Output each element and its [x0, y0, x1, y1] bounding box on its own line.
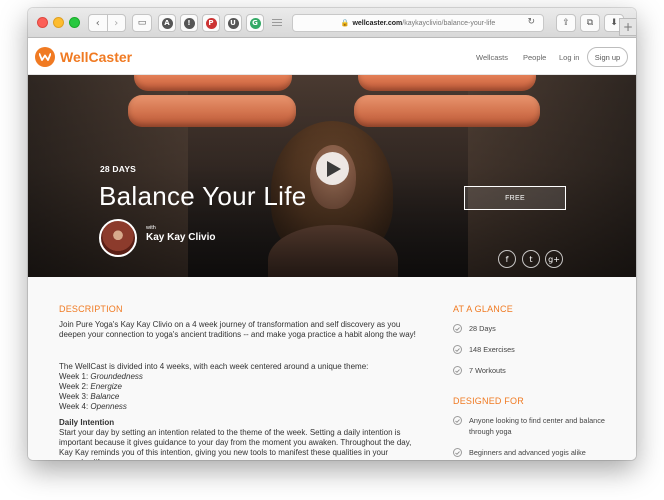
glance-item: 28 Days: [453, 323, 613, 334]
minimize-window-button[interactable]: [53, 17, 64, 28]
share-button[interactable]: ⇪: [556, 14, 576, 32]
glance-item: 7 Workouts: [453, 365, 613, 376]
download-icon: ⬇: [610, 18, 618, 28]
play-icon: [327, 160, 341, 177]
extension-button-5[interactable]: G: [246, 14, 264, 32]
check-circle-icon: [453, 324, 462, 333]
themes-intro: The WellCast is divided into 4 weeks, wi…: [59, 362, 369, 371]
instructor-name[interactable]: Kay Kay Clivio: [146, 232, 215, 243]
reload-icon[interactable]: ↻: [527, 17, 535, 27]
week-item: Week 4: Openness: [59, 402, 127, 411]
forward-icon[interactable]: ›: [106, 15, 126, 31]
facebook-share-icon[interactable]: f: [498, 250, 516, 268]
extension-icon: A: [161, 17, 173, 29]
url-path: /kaykayclivio/balance-your-life: [402, 19, 496, 27]
share-icon: ⇪: [562, 18, 570, 28]
designed-for-item: Beginners and advanced yogis alike: [453, 447, 613, 458]
reader-menu-icon[interactable]: [272, 19, 282, 28]
course-details: DESCRIPTION Join Pure Yoga's Kay Kay Cli…: [28, 277, 636, 460]
twitter-share-icon[interactable]: t: [522, 250, 540, 268]
sidebar-toggle-button[interactable]: ▭: [132, 14, 152, 32]
tabs-overview-button[interactable]: ⧉: [580, 14, 600, 32]
duration-label: 28 DAYS: [100, 164, 137, 174]
zoom-window-button[interactable]: [69, 17, 80, 28]
glance-heading: AT A GLANCE: [453, 304, 513, 314]
check-circle-icon: [453, 448, 462, 457]
sidebar-icon: ▭: [137, 18, 147, 28]
browser-window: ‹ › ▭ A ! P U G G 🔒 wellcaster.com /kayk…: [28, 8, 636, 460]
daily-intention-heading: Daily Intention: [59, 418, 115, 427]
week-item: Week 2: Energize: [59, 382, 122, 391]
lock-icon: 🔒: [340, 19, 350, 27]
back-icon[interactable]: ‹: [89, 15, 107, 31]
nav-link-people[interactable]: People: [523, 53, 546, 62]
glance-item: 148 Exercises: [453, 344, 613, 355]
description-intro: Join Pure Yoga's Kay Kay Clivio on a 4 w…: [59, 320, 416, 339]
weeks-block: The WellCast is divided into 4 weeks, wi…: [59, 362, 421, 412]
play-button[interactable]: [316, 152, 349, 185]
pocket-icon: P: [205, 17, 217, 29]
url-domain: wellcaster.com: [352, 19, 403, 27]
extension-button-1[interactable]: A: [158, 14, 176, 32]
google-plus-share-icon[interactable]: g+: [545, 250, 563, 268]
extension-icon: !: [183, 17, 195, 29]
pocket-button[interactable]: P: [202, 14, 220, 32]
free-enroll-button[interactable]: FREE: [464, 186, 566, 210]
designed-for-heading: DESIGNED FOR: [453, 396, 524, 406]
signup-button[interactable]: Sign up: [587, 47, 628, 67]
check-circle-icon: [453, 345, 462, 354]
site-header: WellCaster Wellcasts People Log in Sign …: [28, 38, 636, 75]
history-nav: ‹ ›: [88, 14, 126, 32]
description-heading: DESCRIPTION: [59, 304, 123, 314]
hero-video[interactable]: 28 DAYS Balance Your Life with Kay Kay C…: [28, 75, 636, 277]
with-label: with: [146, 225, 156, 231]
wellcaster-logo-icon[interactable]: [35, 47, 55, 67]
address-bar[interactable]: 🔒 wellcaster.com /kaykayclivio/balance-y…: [292, 14, 544, 32]
new-tab-button[interactable]: +: [619, 18, 636, 36]
extension-button-2[interactable]: !: [180, 14, 198, 32]
course-title: Balance Your Life: [99, 181, 307, 211]
designed-for-item: Anyone looking to find center and balanc…: [453, 415, 613, 437]
plus-icon: +: [622, 20, 634, 34]
check-circle-icon: [453, 416, 462, 425]
browser-toolbar: ‹ › ▭ A ! P U G G 🔒 wellcaster.com /kayk…: [28, 8, 636, 38]
nav-link-wellcasts[interactable]: Wellcasts: [476, 53, 508, 62]
close-window-button[interactable]: [37, 17, 48, 28]
extension-icon: U: [227, 17, 239, 29]
logo-text[interactable]: WellCaster: [60, 49, 132, 65]
check-circle-icon: [453, 366, 462, 375]
extension-button-3[interactable]: U: [224, 14, 242, 32]
instructor-avatar[interactable]: [99, 219, 137, 257]
globe-icon: G: [249, 17, 261, 29]
week-item: Week 3: Balance: [59, 392, 120, 401]
daily-intention-text: Start your day by setting an intention r…: [59, 428, 412, 460]
nav-link-login[interactable]: Log in: [559, 53, 579, 62]
week-item: Week 1: Groundedness: [59, 372, 143, 381]
tabs-icon: ⧉: [586, 18, 594, 28]
